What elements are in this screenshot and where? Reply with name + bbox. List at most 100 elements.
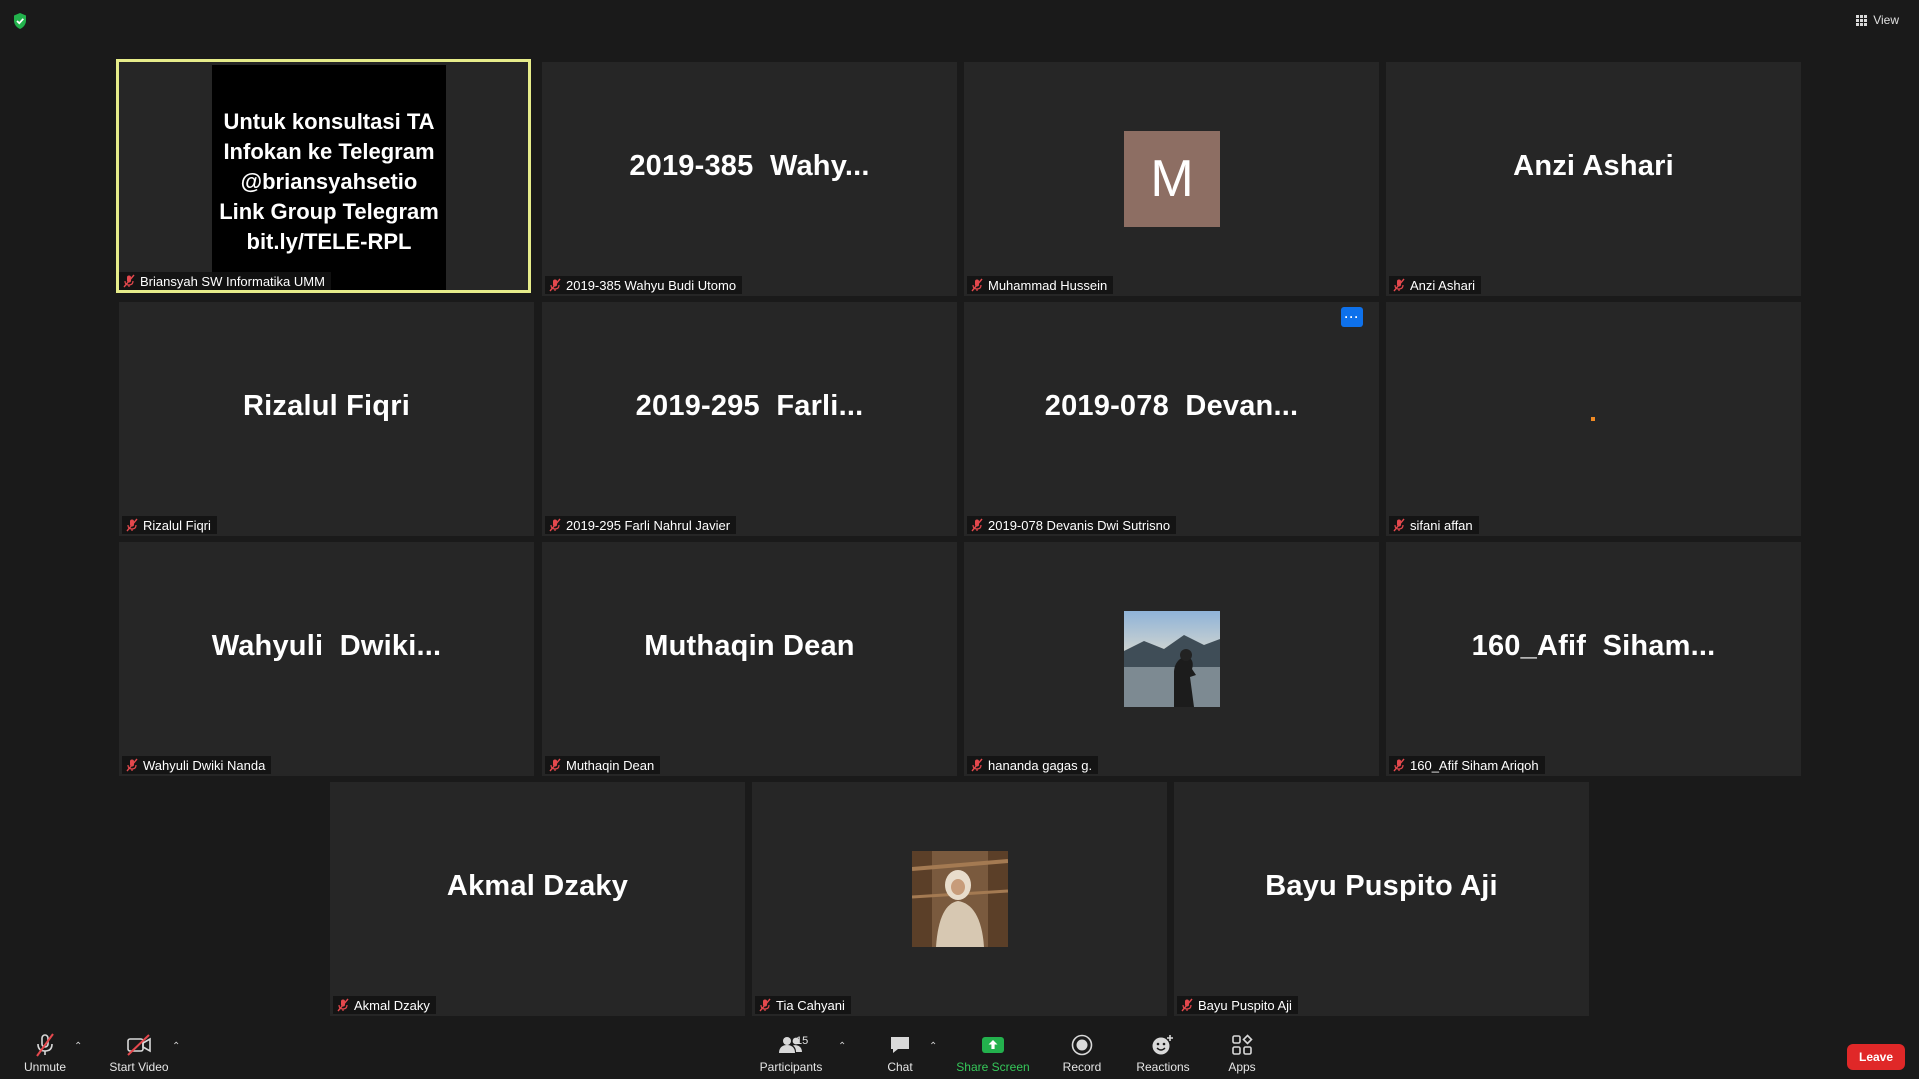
- participant-display-name: Rizalul Fiqri: [243, 389, 410, 422]
- muted-mic-icon: [126, 758, 138, 772]
- participant-name: Akmal Dzaky: [354, 997, 430, 1013]
- participant-tile[interactable]: Rizalul Fiqri Rizalul Fiqri: [119, 302, 534, 536]
- video-off-icon: [124, 1032, 154, 1058]
- participant-tile[interactable]: Anzi Ashari Anzi Ashari: [1386, 62, 1801, 296]
- profile-photo: [912, 851, 1008, 947]
- participant-name-label: 2019-295 Farli Nahrul Javier: [545, 516, 737, 534]
- muted-mic-icon: [1393, 758, 1405, 772]
- participant-name: Bayu Puspito Aji: [1198, 997, 1292, 1013]
- participant-name-label: Muhammad Hussein: [967, 276, 1114, 294]
- share-text-line: @briansyahsetio: [240, 169, 418, 194]
- participant-name: 2019-295 Farli Nahrul Javier: [566, 517, 731, 533]
- participant-name: Muhammad Hussein: [988, 277, 1108, 293]
- participant-tile[interactable]: 160_Afif Siham... 160_Afif Siham Ariqoh: [1386, 542, 1801, 776]
- muted-mic-icon: [971, 278, 983, 292]
- participant-name-label: Muthaqin Dean: [545, 756, 661, 774]
- view-button[interactable]: View: [1856, 10, 1899, 30]
- participant-display-name: Anzi Ashari: [1513, 149, 1674, 182]
- participant-name-label: 160_Afif Siham Ariqoh: [1389, 756, 1545, 774]
- participant-display-name: Wahyuli Dwiki...: [211, 629, 442, 662]
- leave-button[interactable]: Leave: [1847, 1044, 1905, 1070]
- participant-name-label: Akmal Dzaky: [333, 996, 436, 1014]
- participant-tile[interactable]: Akmal Dzaky Akmal Dzaky: [330, 782, 745, 1016]
- chat-label: Chat: [887, 1060, 913, 1074]
- chat-button[interactable]: Chat: [880, 1027, 920, 1079]
- participant-tile[interactable]: Tia Cahyani: [752, 782, 1167, 1016]
- share-text-line: Link Group Telegram: [219, 199, 439, 224]
- share-screen-icon: [978, 1032, 1008, 1058]
- participant-name: Briansyah SW Informatika UMM: [140, 273, 325, 289]
- apps-icon: [1227, 1032, 1257, 1058]
- muted-mic-icon: [549, 758, 561, 772]
- muted-mic-icon: [549, 278, 561, 292]
- participant-name: Tia Cahyani: [776, 997, 845, 1013]
- security-shield-icon[interactable]: [12, 12, 28, 30]
- muted-mic-icon: [549, 518, 561, 532]
- reactions-button[interactable]: Reactions: [1134, 1027, 1192, 1079]
- participant-display-name: Akmal Dzaky: [446, 869, 629, 902]
- participant-name-label: Anzi Ashari: [1389, 276, 1482, 294]
- participant-tile[interactable]: hananda gagas g.: [964, 542, 1379, 776]
- record-label: Record: [1062, 1060, 1102, 1074]
- participant-name: sifani affan: [1410, 517, 1473, 533]
- avatar: M: [1124, 131, 1220, 227]
- participant-tile[interactable]: Muthaqin Dean Muthaqin Dean: [542, 542, 957, 776]
- participant-display-name: 2019-295 Farli...: [635, 389, 864, 422]
- unmute-button[interactable]: Unmute: [18, 1027, 72, 1079]
- share-screen-button[interactable]: Share Screen: [956, 1027, 1030, 1079]
- participants-button[interactable]: 15 Participants: [756, 1027, 826, 1079]
- participants-options-caret-icon[interactable]: ⌃: [838, 1041, 846, 1052]
- participant-name: Anzi Ashari: [1410, 277, 1476, 293]
- participant-name: hananda gagas g.: [988, 757, 1093, 773]
- participant-name-label: Tia Cahyani: [755, 996, 851, 1014]
- reactions-icon: [1148, 1032, 1178, 1058]
- participant-display-name: 2019-078 Devan...: [1044, 389, 1299, 422]
- muted-mic-icon: [1393, 518, 1405, 532]
- meeting-toolbar: Unmute ⌃ Start Video ⌃ 15 Participants ⌃…: [0, 1027, 1919, 1079]
- muted-mic-icon: [1393, 278, 1405, 292]
- participant-name: 2019-078 Devanis Dwi Sutrisno: [988, 517, 1171, 533]
- participant-tile[interactable]: Untuk konsultasi TA Infokan ke Telegram …: [116, 59, 531, 293]
- apps-button[interactable]: Apps: [1222, 1027, 1262, 1079]
- zoom-meeting-window: View Untuk konsultasi TA Infokan ke Tele…: [0, 0, 1919, 1079]
- participant-display-name: 2019-385 Wahy...: [629, 149, 870, 182]
- audio-options-caret-icon[interactable]: ⌃: [74, 1041, 82, 1052]
- apps-label: Apps: [1228, 1060, 1256, 1074]
- grid-view-icon: [1856, 14, 1868, 26]
- participant-display-name: Muthaqin Dean: [644, 629, 855, 662]
- share-text-line: Untuk konsultasi TA: [223, 109, 435, 134]
- muted-mic-icon: [30, 1032, 60, 1058]
- participant-name: Muthaqin Dean: [566, 757, 655, 773]
- start-video-label: Start Video: [109, 1060, 169, 1074]
- video-options-caret-icon[interactable]: ⌃: [172, 1041, 180, 1052]
- participant-name-label: sifani affan: [1389, 516, 1479, 534]
- shared-content: Untuk konsultasi TA Infokan ke Telegram …: [212, 65, 446, 290]
- participant-name: Rizalul Fiqri: [143, 517, 211, 533]
- muted-mic-icon: [337, 998, 349, 1012]
- chat-icon: [885, 1032, 915, 1058]
- participant-tile[interactable]: 2019-295 Farli... 2019-295 Farli Nahrul …: [542, 302, 957, 536]
- share-text-line: Infokan ke Telegram: [223, 139, 435, 164]
- participants-icon: 15: [776, 1032, 808, 1058]
- participant-name-label: Briansyah SW Informatika UMM: [119, 272, 331, 290]
- muted-mic-icon: [123, 274, 135, 288]
- participant-tile[interactable]: M Muhammad Hussein: [964, 62, 1379, 296]
- start-video-button[interactable]: Start Video: [104, 1027, 174, 1079]
- share-screen-label: Share Screen: [956, 1060, 1030, 1074]
- muted-mic-icon: [971, 758, 983, 772]
- participant-name-label: 2019-385 Wahyu Budi Utomo: [545, 276, 743, 294]
- muted-mic-icon: [126, 518, 138, 532]
- participant-tile[interactable]: 2019-385 Wahy... 2019-385 Wahyu Budi Uto…: [542, 62, 957, 296]
- participant-name-label: Rizalul Fiqri: [122, 516, 217, 534]
- participant-name-label: 2019-078 Devanis Dwi Sutrisno: [967, 516, 1177, 534]
- participant-name: 160_Afif Siham Ariqoh: [1410, 757, 1539, 773]
- muted-mic-icon: [1181, 998, 1193, 1012]
- participant-tile[interactable]: Wahyuli Dwiki... Wahyuli Dwiki Nanda: [119, 542, 534, 776]
- reactions-label: Reactions: [1136, 1060, 1190, 1074]
- record-button[interactable]: Record: [1058, 1027, 1106, 1079]
- participant-tile[interactable]: sifani affan: [1386, 302, 1801, 536]
- chat-options-caret-icon[interactable]: ⌃: [929, 1041, 937, 1052]
- participant-tile[interactable]: Bayu Puspito Aji Bayu Puspito Aji: [1174, 782, 1589, 1016]
- record-icon: [1067, 1032, 1097, 1058]
- participant-tile[interactable]: ··· 2019-078 Devan... 2019-078 Devanis D…: [964, 302, 1379, 536]
